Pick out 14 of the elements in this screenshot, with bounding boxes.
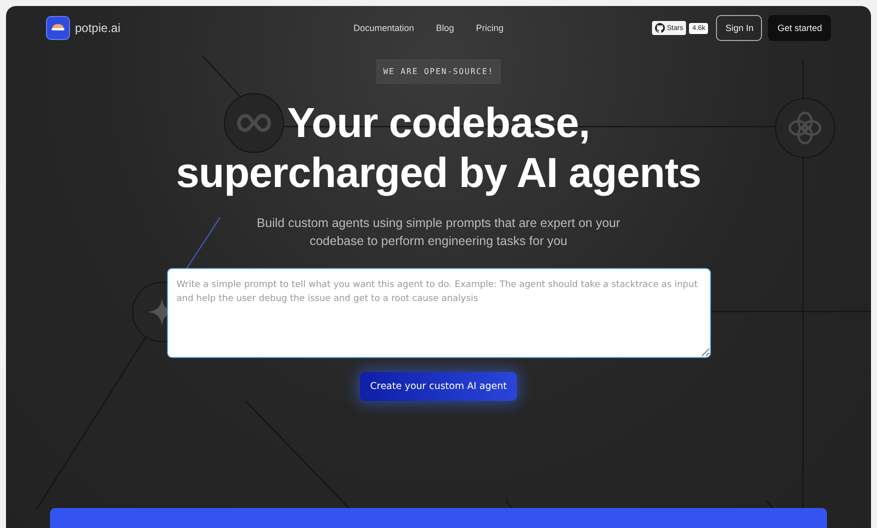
headline: supercharged by AI agents (176, 148, 702, 198)
nav-link[interactable]: Documentation (353, 23, 414, 33)
github-icon (654, 23, 665, 33)
create-agent-button[interactable]: Create your custom AI agent (360, 372, 517, 401)
subtitle: Build custom agents using simple prompts that are expert on your codebase to perform engineering tasks for you (256, 215, 622, 250)
sign-in-button[interactable]: Sign In (716, 15, 762, 41)
headline: Your codebase, (287, 98, 590, 148)
pie-logo-icon[interactable] (46, 16, 70, 40)
nav-link[interactable]: Pricing (476, 23, 504, 33)
open-source-badge: WE ARE OPEN-SOURCE! (376, 59, 501, 84)
brand-name: potpie.ai (75, 21, 120, 35)
get-started-button[interactable]: Get started (768, 15, 831, 41)
prompt-field[interactable]: Write a simple prompt to tell what you want this agent to do. Example: The agent should take a stacktrace as input and help the user debug the issue and get to a root cause analysis (166, 268, 710, 358)
nav-link[interactable]: Blog (436, 23, 454, 33)
